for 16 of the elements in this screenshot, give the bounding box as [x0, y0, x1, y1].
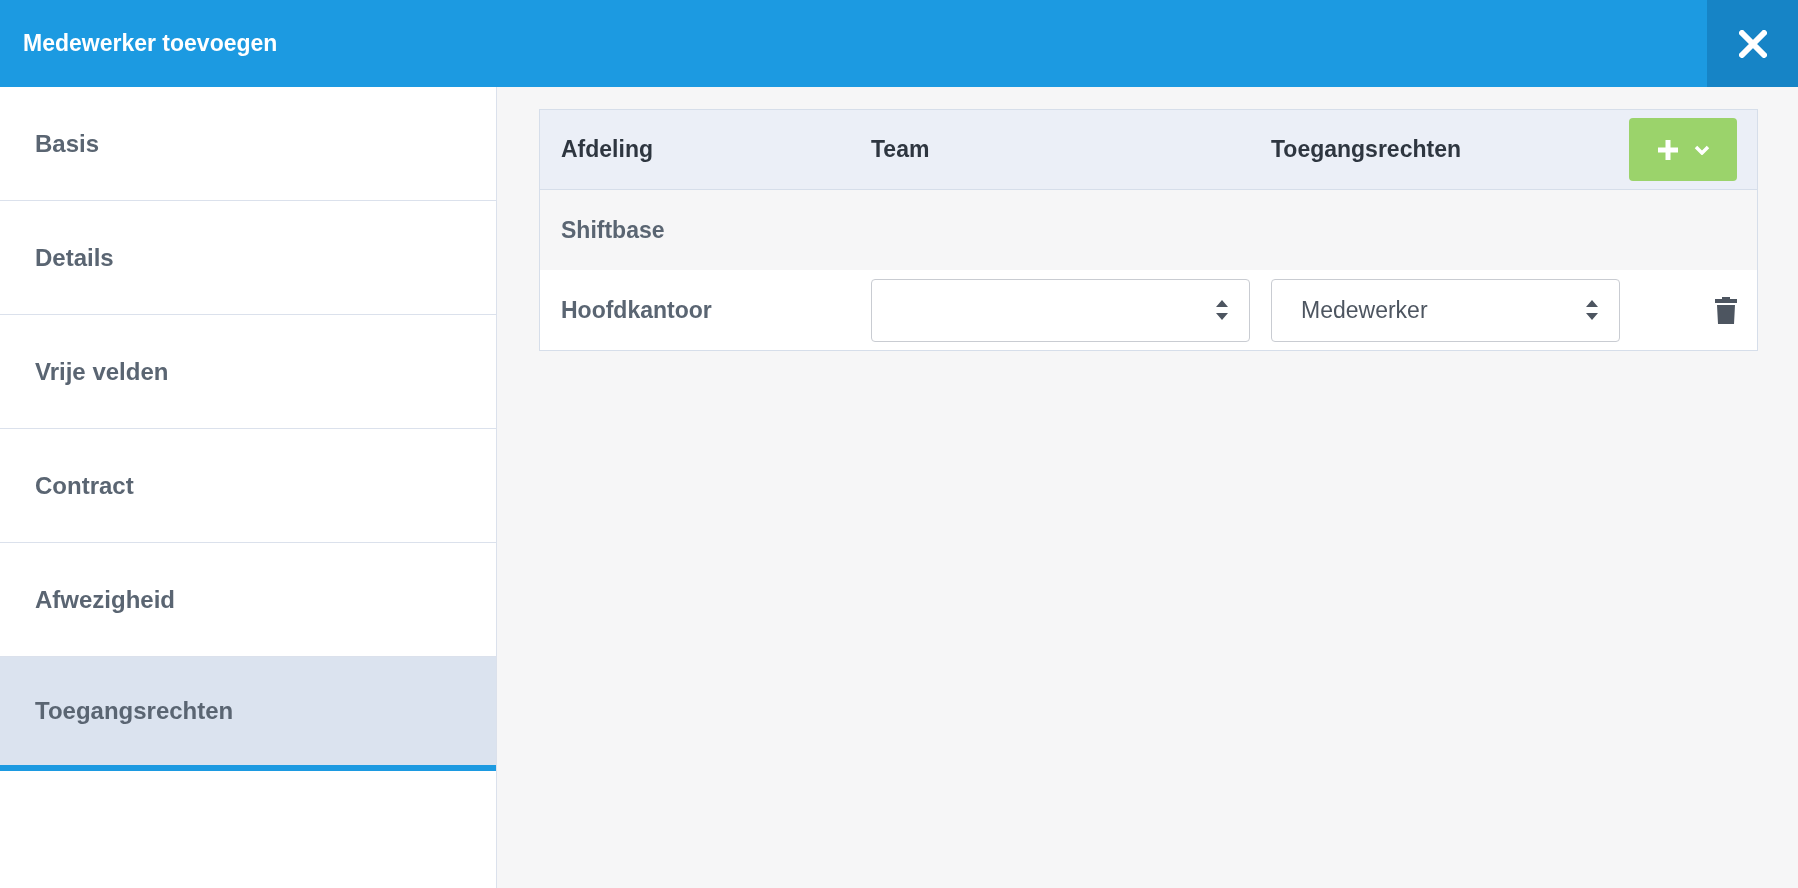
close-icon [1738, 29, 1767, 58]
department-cell-text: Hoofdkantoor [560, 296, 713, 324]
sort-arrows-icon [1585, 299, 1599, 321]
column-header: Afdeling [560, 136, 654, 163]
chevron-down-icon [1694, 144, 1710, 155]
group-name: Shiftbase [560, 216, 666, 244]
access-select[interactable]: Medewerker [1271, 278, 1620, 342]
plus-icon [1656, 137, 1680, 162]
window-title: Medewerker toevoegen [23, 30, 278, 57]
column-header: Team [870, 136, 931, 163]
sort-arrows-icon [1215, 299, 1229, 321]
close-button[interactable] [1707, 0, 1798, 87]
column-header: Toegangsrechten [1270, 136, 1462, 163]
trash-icon [1715, 296, 1737, 324]
sidebar-tab[interactable]: Toegangsrechten [0, 657, 496, 771]
delete-button[interactable] [1715, 296, 1737, 324]
